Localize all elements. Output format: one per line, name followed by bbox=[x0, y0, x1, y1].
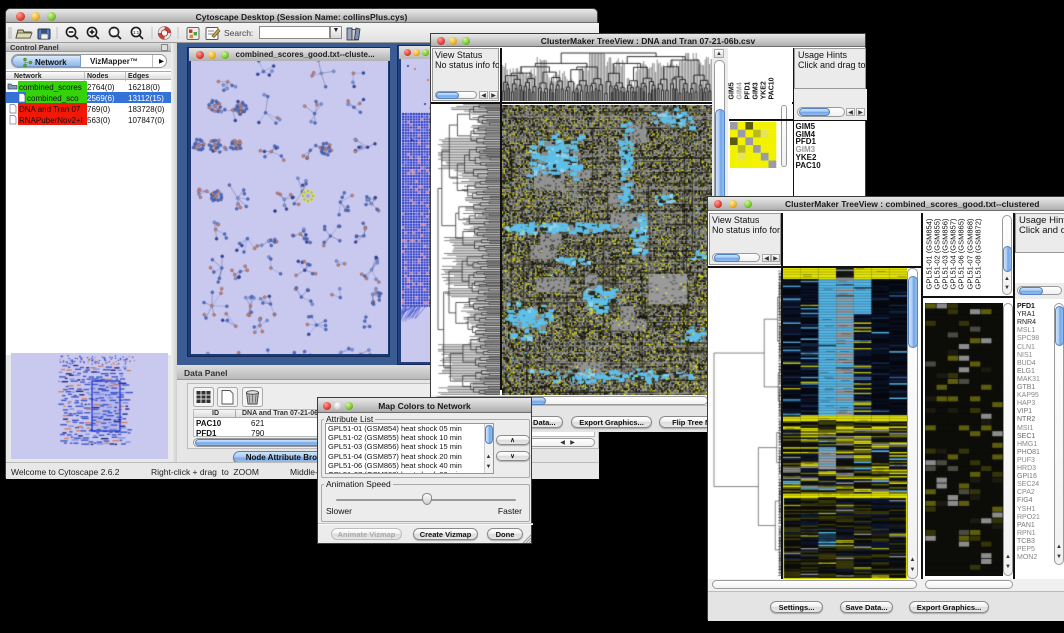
svg-text:1:1: 1:1 bbox=[133, 30, 140, 35]
